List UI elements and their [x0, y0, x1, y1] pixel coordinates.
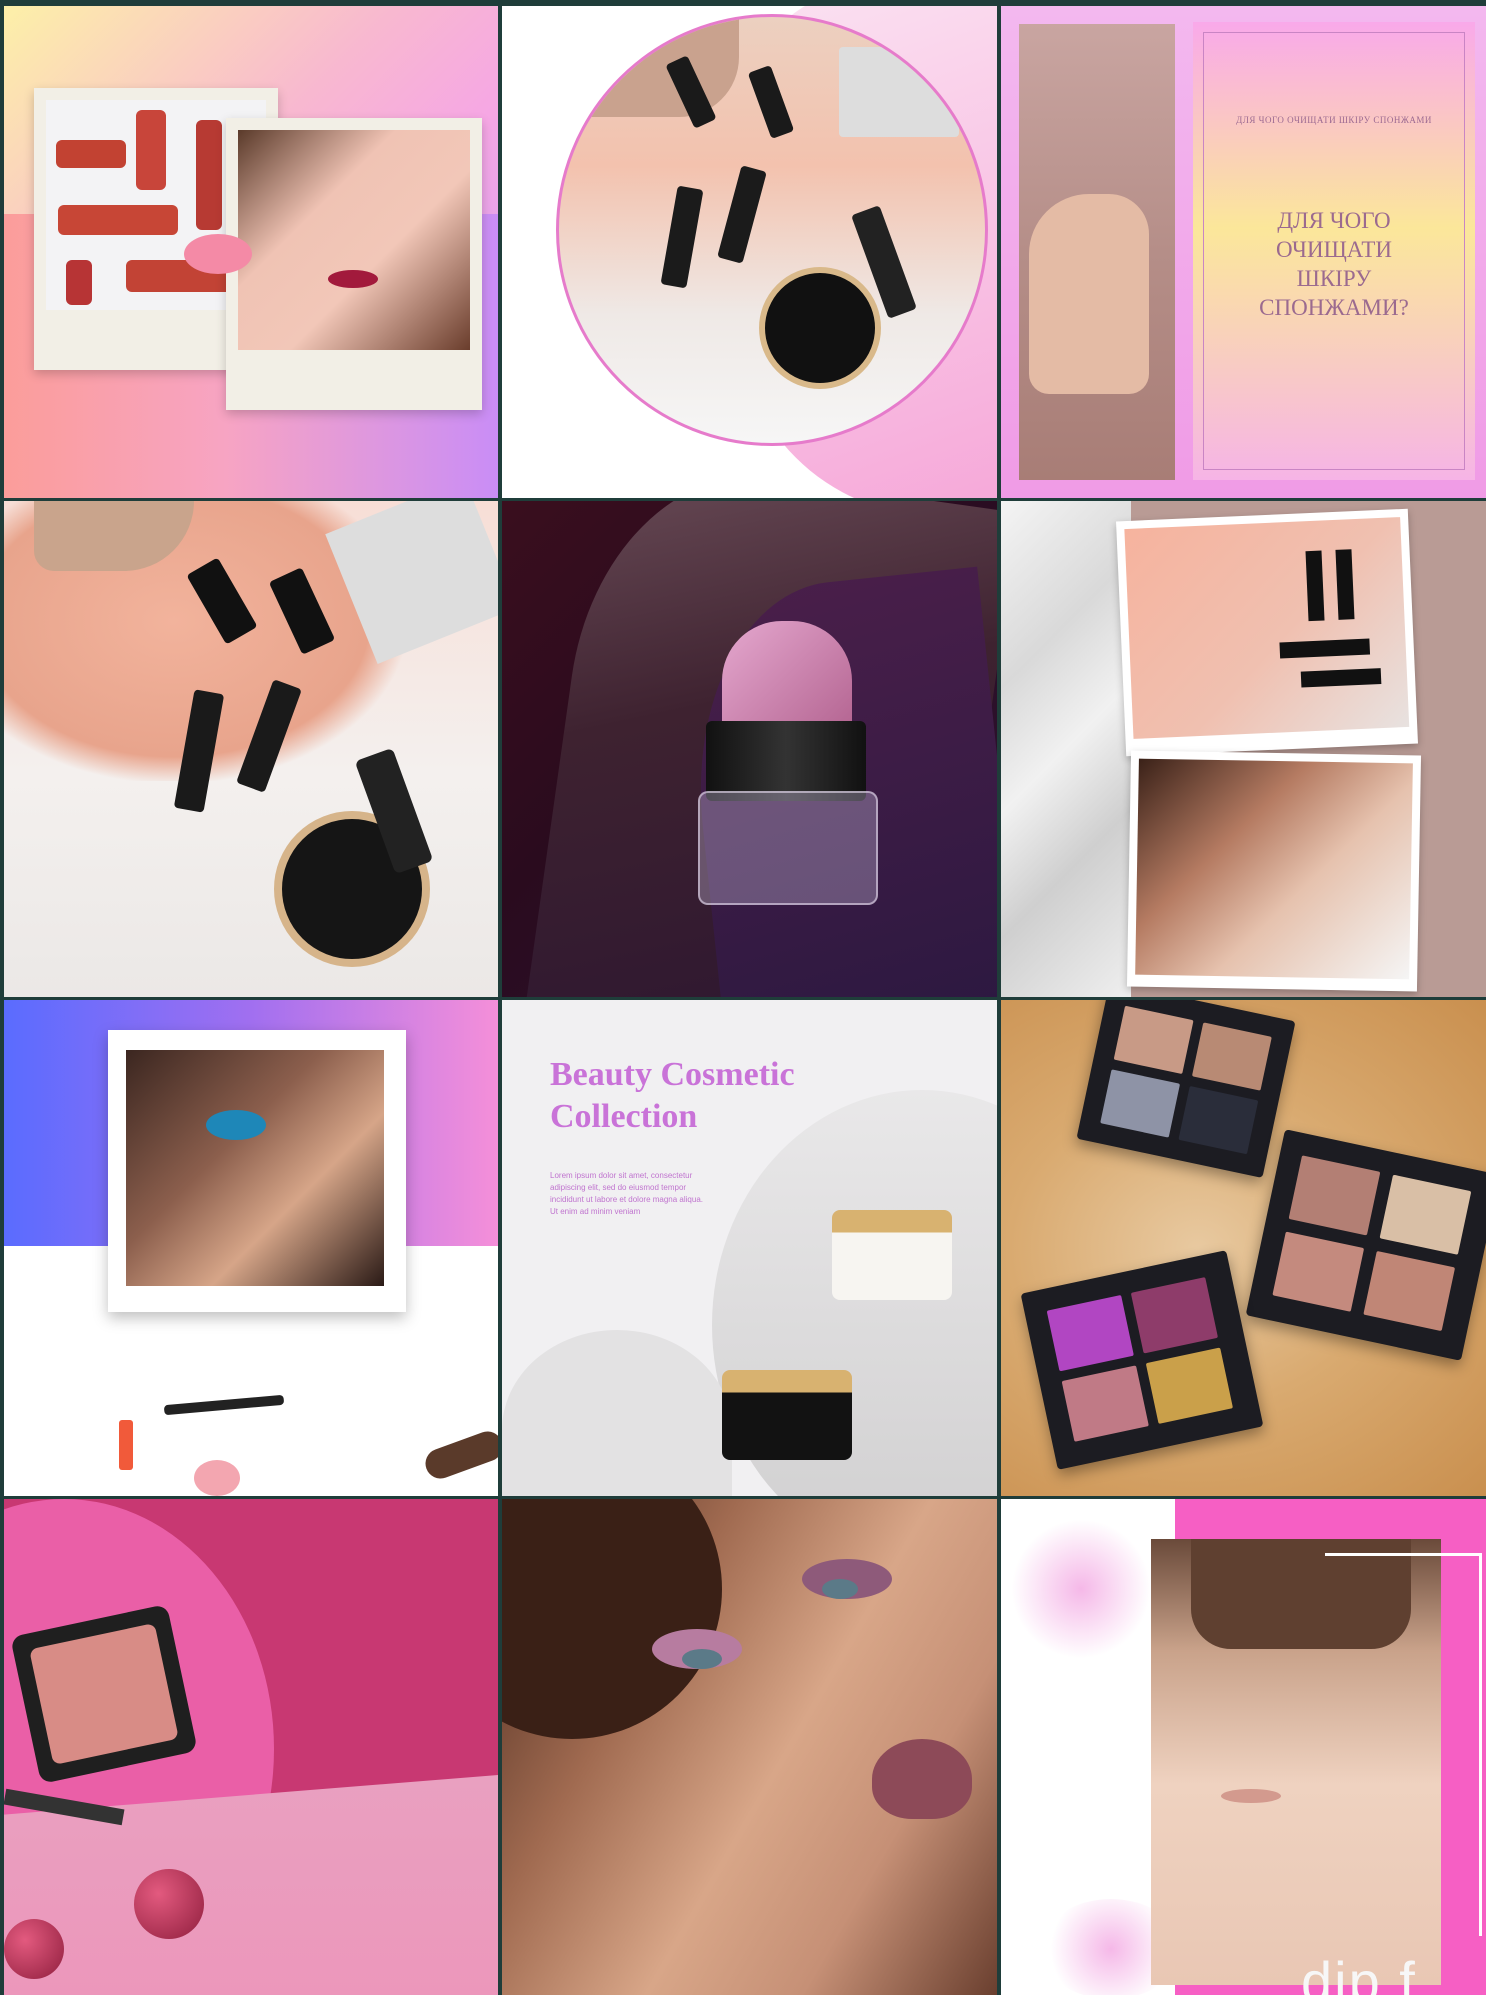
- post-tile-blush-compact[interactable]: [4, 1499, 498, 1995]
- collage-photo-portrait: [1126, 750, 1422, 992]
- skin-photo: [1019, 24, 1175, 480]
- post-tile-pink-lipstick[interactable]: [502, 501, 997, 997]
- article-title: ДЛЯ ЧОГО ОЧИЩАТИ ШКІРУ СПОНЖАМИ?: [1259, 208, 1409, 320]
- circle-photo: [556, 14, 988, 446]
- post-tile-skin-portrait[interactable]: dip f: [1001, 1499, 1486, 1995]
- portrait-frame: [108, 1030, 406, 1312]
- post-tile-beauty-collection[interactable]: Beauty Cosmetic Collection Lorem ipsum d…: [502, 1000, 997, 1496]
- marble-texture: [1001, 501, 1131, 997]
- floral-decoration: [1011, 1519, 1151, 1659]
- article-subtitle: ДЛЯ ЧОГО ОЧИЩАТИ ШКІРУ СПОНЖАМИ: [1236, 115, 1432, 125]
- article-card: ДЛЯ ЧОГО ОЧИЩАТИ ШКІРУ СПОНЖАМИ ДЛЯ ЧОГО…: [1193, 22, 1475, 480]
- post-tile-photo-collage[interactable]: [1001, 501, 1486, 997]
- overlay-text: dip f: [1301, 1950, 1417, 1995]
- palette-grey: [1076, 1000, 1296, 1179]
- glitter-lips: [872, 1739, 972, 1819]
- collection-description: Lorem ipsum dolor sit amet, consectetur …: [550, 1171, 703, 1216]
- post-tile-eyeshadow-palettes[interactable]: [1001, 1000, 1486, 1496]
- post-tile-closeup-portrait[interactable]: [502, 1499, 997, 1995]
- collage-photo-lipsticks: [1116, 508, 1418, 757]
- lips-sticker-icon: [184, 234, 252, 274]
- ornament: [134, 1869, 204, 1939]
- collection-title: Beauty Cosmetic Collection: [550, 1056, 795, 1135]
- cream-jar-black: [722, 1370, 852, 1460]
- lipstick-case: [698, 791, 878, 905]
- post-tile-lipstick-polaroids[interactable]: [4, 6, 498, 498]
- post-tile-makeup-circle[interactable]: [502, 6, 997, 498]
- post-tile-makeup-flatlay[interactable]: [4, 501, 498, 997]
- cream-jar-white: [832, 1210, 952, 1300]
- palette-nude: [1245, 1129, 1486, 1361]
- polaroid-portrait: [226, 118, 482, 410]
- palette-purple: [1020, 1250, 1264, 1470]
- post-tile-sponge-article[interactable]: ДЛЯ ЧОГО ОЧИЩАТИ ШКІРУ СПОНЖАМИ ДЛЯ ЧОГО…: [1001, 6, 1486, 498]
- post-tile-glitter-portrait[interactable]: [4, 1000, 498, 1496]
- image-grid: ДЛЯ ЧОГО ОЧИЩАТИ ШКІРУ СПОНЖАМИ ДЛЯ ЧОГО…: [4, 6, 1486, 1995]
